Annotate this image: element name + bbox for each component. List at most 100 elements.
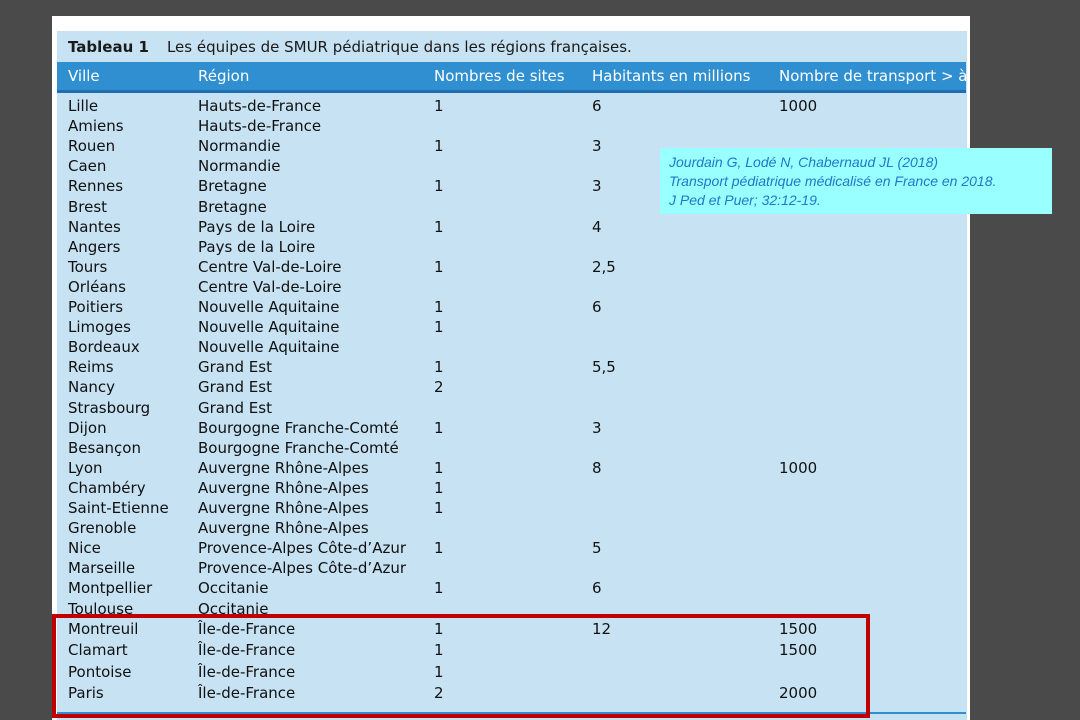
column-header-ville: Ville <box>68 67 100 85</box>
table-cell: 1 <box>434 478 444 497</box>
table-cell: 3 <box>592 418 602 437</box>
table-cell: Grand Est <box>198 398 272 417</box>
table-cell: Chambéry <box>68 478 146 497</box>
table-cell: Limoges <box>68 318 131 337</box>
table-cell: Grenoble <box>68 519 137 538</box>
citation-box: Jourdain G, Lodé N, Chabernaud JL (2018)… <box>660 148 1052 214</box>
table-cell: Bretagne <box>198 197 267 216</box>
table-cell: 5 <box>592 539 602 558</box>
table-row: Reims Grand Est 1 5,5 <box>0 358 970 378</box>
table-cell: Poitiers <box>68 298 124 316</box>
table-cell: Normandie <box>198 137 281 156</box>
table-cell: Amiens <box>68 117 124 136</box>
table-cell: Nouvelle Aquitaine <box>198 298 340 316</box>
table-row: Nancy Grand Est 2 <box>0 378 970 398</box>
table-row: Bordeaux Nouvelle Aquitaine <box>0 338 970 358</box>
table-cell: Brest <box>68 197 108 216</box>
table-cell: Angers <box>68 237 121 256</box>
table-row: Angers Pays de la Loire <box>0 238 970 258</box>
table-row: Nantes Pays de la Loire 1 4 <box>0 218 970 238</box>
table-cell: 6 <box>592 298 602 316</box>
table-cell: Normandie <box>198 157 281 176</box>
table-cell: 6 <box>592 579 602 598</box>
table-cell: Centre Val-de-Loire <box>198 257 342 276</box>
table-cell: Nouvelle Aquitaine <box>198 338 340 357</box>
table-cell: Nice <box>68 539 101 558</box>
table-cell: 6 <box>592 97 602 115</box>
table-cell: 1 <box>434 217 444 236</box>
table-cell: Auvergne Rhône-Alpes <box>198 458 369 477</box>
table-row: Dijon Bourgogne Franche-Comté 1 3 <box>0 419 970 439</box>
table-row: Poitiers Nouvelle Aquitaine 1 6 <box>0 298 970 318</box>
table-cell: Auvergne Rhône-Alpes <box>198 478 369 497</box>
table-header: Ville Région Nombres de sites Habitants … <box>57 62 968 93</box>
table-cell: 1 <box>434 257 444 276</box>
table-cell: Nouvelle Aquitaine <box>198 318 340 337</box>
table-cell: Pays de la Loire <box>198 217 316 236</box>
table-cell: Grand Est <box>198 358 272 377</box>
table-cell: Reims <box>68 358 114 377</box>
highlight-box <box>52 614 870 718</box>
table-cell: 1 <box>434 177 444 196</box>
table-cell: Grand Est <box>198 378 272 397</box>
table-cell: Hauts-de-France <box>198 117 322 136</box>
citation-line-authors: Jourdain G, Lodé N, Chabernaud JL (2018) <box>669 154 939 170</box>
citation-line-journal: J Ped et Puer; 32:12-19. <box>669 192 821 208</box>
table-cell: Tours <box>68 257 108 276</box>
table-cell: Marseille <box>68 559 136 578</box>
table-cell: Rennes <box>68 177 124 196</box>
table-cell: Bourgogne Franche-Comté <box>198 418 399 437</box>
table-cell: Provence-Alpes Côte-d’Azur <box>198 539 407 558</box>
table-cell: Provence-Alpes Côte-d’Azur <box>198 559 407 578</box>
table-cell: Montpellier <box>68 579 153 598</box>
caption-title: Les équipes de SMUR pédiatrique dans les… <box>166 38 632 56</box>
table-cell: Lyon <box>68 458 103 477</box>
table-cell: Hauts-de-France <box>198 97 322 115</box>
table-cell: 2 <box>434 378 444 397</box>
table-caption: Tableau 1 Les équipes de SMUR pédiatrique… <box>68 38 632 56</box>
table-cell: Pays de la Loire <box>198 237 316 256</box>
table-row: Lille Hauts-de-France 1 6 1000 <box>0 97 970 117</box>
table-cell: 1 <box>434 539 444 558</box>
table-row: Marseille Provence-Alpes Côte-d’Azur <box>0 559 970 579</box>
table-cell: Lille <box>68 97 99 115</box>
table-cell: Centre Val-de-Loire <box>198 277 342 296</box>
table-cell: Dijon <box>68 418 107 437</box>
table-cell: 3 <box>592 137 602 156</box>
table-cell: Besançon <box>68 438 141 457</box>
table-cell: Auvergne Rhône-Alpes <box>198 499 369 517</box>
table-cell: Rouen <box>68 137 116 156</box>
table-cell: 1 <box>434 418 444 437</box>
table-cell: Bordeaux <box>68 338 140 357</box>
table-cell: Nancy <box>68 378 116 397</box>
column-header-region: Région <box>198 67 250 85</box>
table-cell: 1 <box>434 358 444 377</box>
table-cell: 2,5 <box>592 257 616 276</box>
table-cell: Caen <box>68 157 107 176</box>
table-row: Lyon Auvergne Rhône-Alpes 1 8 1000 <box>0 459 970 479</box>
table-row: Nice Provence-Alpes Côte-d’Azur 1 5 <box>0 539 970 559</box>
table-cell: 1 <box>434 137 444 156</box>
table-cell: Nantes <box>68 217 121 236</box>
table-row: Saint-Etienne Auvergne Rhône-Alpes 1 <box>0 499 970 519</box>
table-cell: 8 <box>592 458 602 477</box>
table-row: Strasbourg Grand Est <box>0 399 970 419</box>
column-header-transport: Nombre de transport > à <box>779 67 968 85</box>
table-cell: 1 <box>434 298 444 316</box>
table-cell: Bretagne <box>198 177 267 196</box>
table-row: Montpellier Occitanie 1 6 <box>0 579 970 599</box>
table-cell: 1 <box>434 318 444 337</box>
table-cell: Strasbourg <box>68 398 151 417</box>
table-cell: 1 <box>434 458 444 477</box>
table-row: Orléans Centre Val-de-Loire <box>0 278 970 298</box>
table-row: Tours Centre Val-de-Loire 1 2,5 <box>0 258 970 278</box>
table-cell: 1000 <box>779 458 818 477</box>
table-cell: 4 <box>592 217 602 236</box>
table-cell: Occitanie <box>198 579 269 598</box>
table-cell: Bourgogne Franche-Comté <box>198 438 399 457</box>
table-cell: Auvergne Rhône-Alpes <box>198 519 369 538</box>
column-header-habitants: Habitants en millions <box>592 67 751 85</box>
table-cell: 5,5 <box>592 358 616 377</box>
table-cell: 1 <box>434 97 444 115</box>
table-cell: 3 <box>592 177 602 196</box>
